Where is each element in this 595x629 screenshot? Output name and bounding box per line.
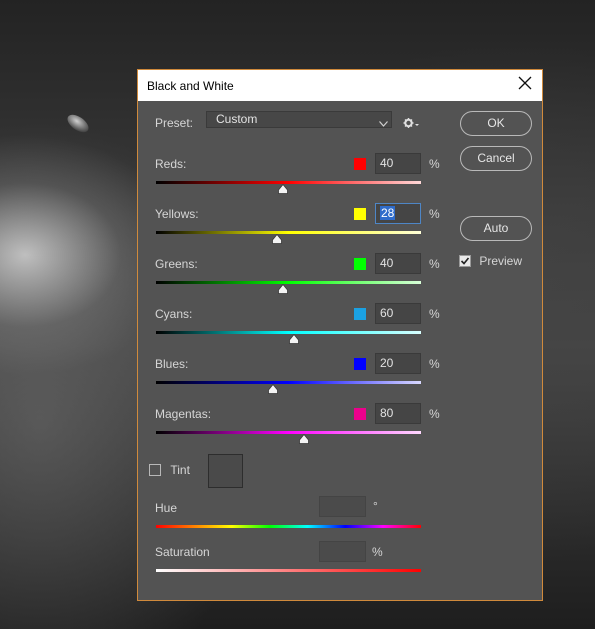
auto-button[interactable]: Auto [460, 216, 532, 241]
gear-icon[interactable] [403, 117, 419, 129]
reds-color-swatch [354, 158, 366, 170]
saturation-unit: % [372, 545, 383, 559]
magentas-value-input[interactable]: 80 [375, 403, 421, 424]
saturation-input[interactable] [319, 541, 366, 562]
greens-label: Greens: [155, 257, 198, 271]
yellows-unit: % [429, 207, 440, 221]
saturation-label: Saturation [155, 545, 210, 559]
yellows-slider-track[interactable] [156, 231, 421, 234]
magentas-slider-thumb[interactable] [299, 433, 310, 444]
yellows-slider-thumb[interactable] [271, 233, 282, 244]
cyans-color-swatch [354, 308, 366, 320]
ok-button[interactable]: OK [460, 111, 532, 136]
reds-value-input[interactable]: 40 [375, 153, 421, 174]
preset-dropdown[interactable]: Custom [206, 111, 392, 128]
preset-value: Custom [216, 112, 258, 126]
blues-slider-thumb[interactable] [267, 383, 278, 394]
title-bar: Black and White [138, 70, 542, 101]
preview-toggle[interactable]: Preview [459, 253, 522, 268]
magentas-color-swatch [354, 408, 366, 420]
chevron-down-icon [379, 116, 388, 127]
dialog-title: Black and White [147, 79, 234, 93]
cyans-unit: % [429, 307, 440, 321]
yellows-color-swatch [354, 208, 366, 220]
tint-checkbox[interactable] [149, 463, 161, 476]
hue-track[interactable] [156, 525, 421, 528]
preview-label: Preview [479, 253, 523, 268]
blues-unit: % [429, 357, 440, 371]
magentas-unit: % [429, 407, 440, 421]
blues-label: Blues: [155, 357, 189, 371]
hue-input[interactable] [319, 496, 366, 517]
saturation-track[interactable] [156, 569, 421, 572]
tint-label: Tint [170, 462, 190, 477]
preset-label: Preset: [155, 116, 194, 130]
greens-slider-track[interactable] [156, 281, 421, 284]
yellows-label: Yellows: [155, 207, 199, 221]
reds-label: Reds: [155, 157, 187, 171]
cyans-label: Cyans: [155, 307, 193, 321]
background-rock [64, 111, 92, 136]
yellows-value-input[interactable]: 28 [375, 203, 421, 224]
reds-unit: % [429, 157, 440, 171]
close-icon[interactable] [518, 76, 532, 90]
hue-unit: ° [373, 499, 378, 513]
tint-toggle[interactable]: Tint [149, 462, 190, 477]
blues-value: 20 [380, 356, 394, 370]
greens-value-input[interactable]: 40 [375, 253, 421, 274]
cyans-value: 60 [380, 306, 394, 320]
preview-checkbox[interactable] [459, 254, 471, 267]
cyans-slider-thumb[interactable] [288, 333, 299, 344]
magentas-value: 80 [380, 406, 394, 420]
magentas-label: Magentas: [155, 407, 212, 421]
greens-slider-thumb[interactable] [278, 283, 289, 294]
reds-value: 40 [380, 156, 394, 170]
magentas-slider-track[interactable] [156, 431, 421, 434]
reds-slider-track[interactable] [156, 181, 421, 184]
greens-color-swatch [354, 258, 366, 270]
tint-color-swatch[interactable] [208, 454, 243, 488]
blues-color-swatch [354, 358, 366, 370]
cyans-value-input[interactable]: 60 [375, 303, 421, 324]
black-and-white-dialog: Black and White Preset: Custom OK Cancel… [137, 69, 543, 601]
greens-value: 40 [380, 256, 394, 270]
blues-value-input[interactable]: 20 [375, 353, 421, 374]
yellows-value: 28 [380, 206, 396, 220]
hue-label: Hue [155, 501, 178, 515]
reds-slider-thumb[interactable] [278, 183, 289, 194]
cancel-button[interactable]: Cancel [460, 146, 532, 171]
blues-slider-track[interactable] [156, 381, 421, 384]
greens-unit: % [429, 257, 440, 271]
